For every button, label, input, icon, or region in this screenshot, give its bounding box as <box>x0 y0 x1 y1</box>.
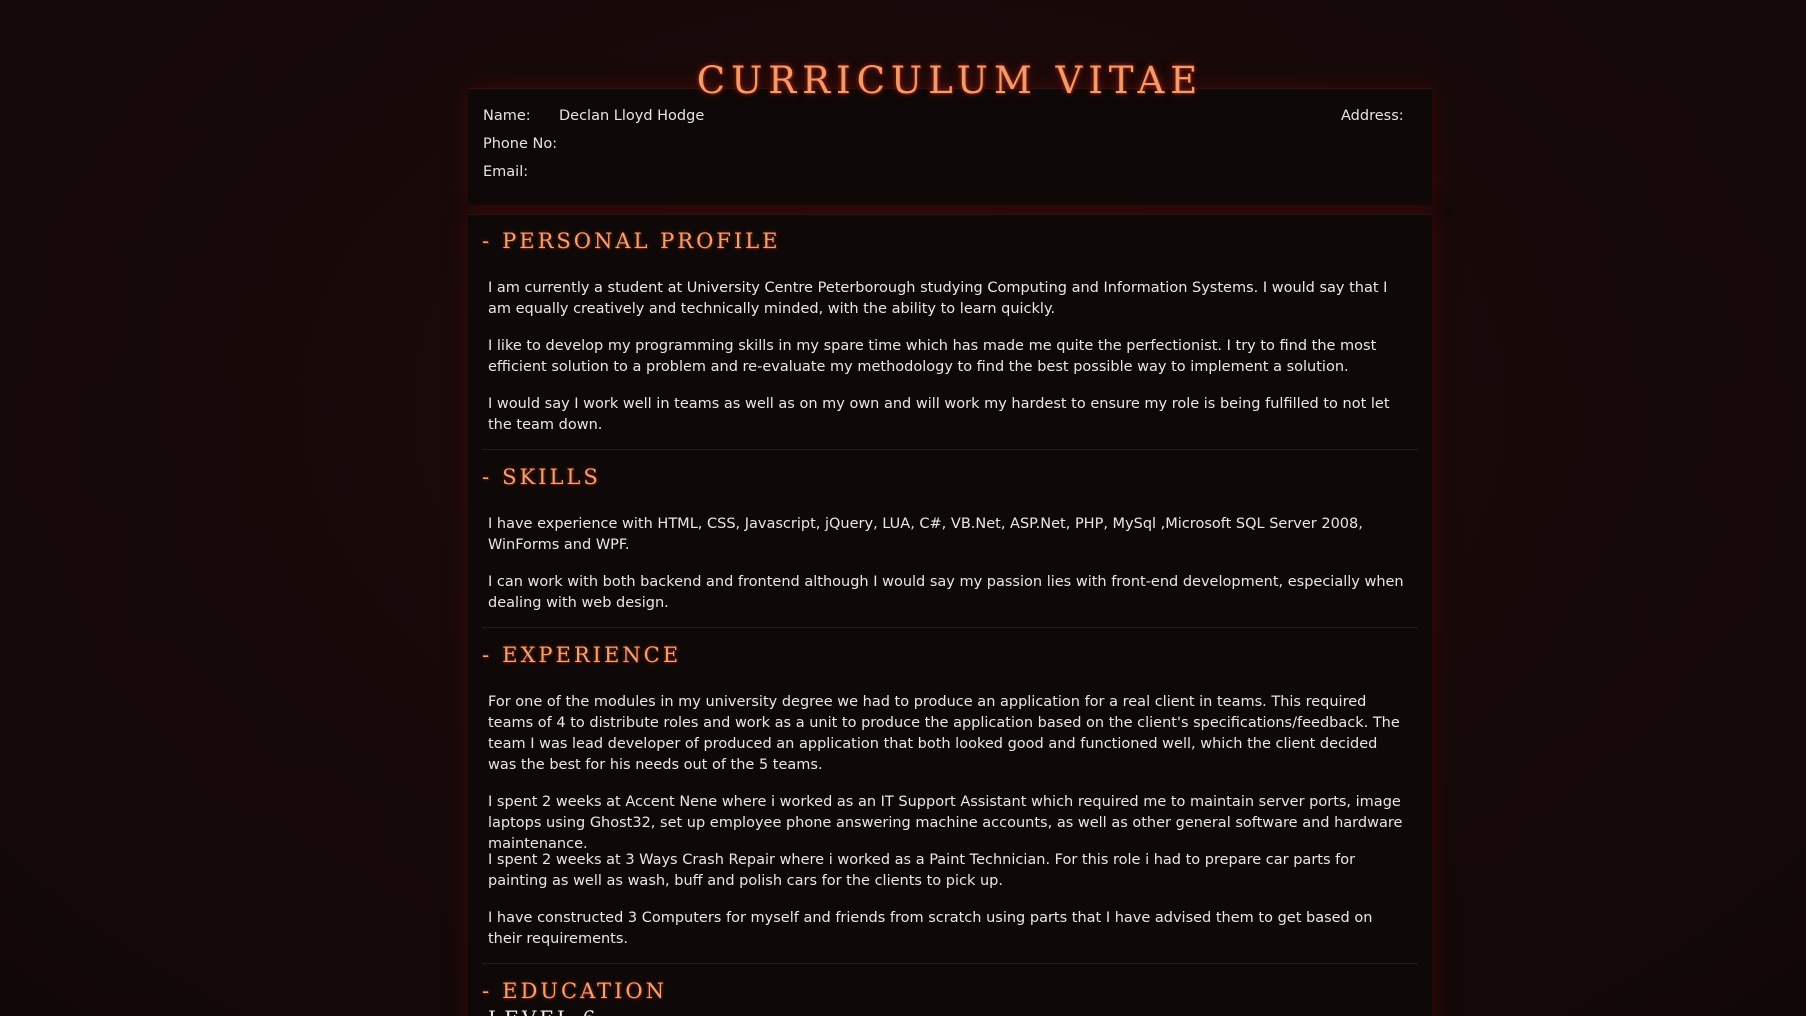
skills-section: - Skills I have experience with HTML, CSS… <box>482 463 1418 623</box>
experience-paragraph: I spent 2 weeks at 3 Ways Crash Repair w… <box>488 852 1356 889</box>
section-divider <box>482 449 1418 450</box>
education-section: -Education Level 6 <box>482 977 1418 1016</box>
profile-paragraph: I would say I work well in teams as well… <box>488 396 1390 433</box>
experience-section: - Experience For one of the modules in my… <box>482 641 1418 971</box>
heading-dash: - <box>482 979 493 1003</box>
email-label: Email: <box>483 164 529 180</box>
name-label: Name: <box>483 108 531 124</box>
heading-text: Skills <box>502 465 601 489</box>
name-value: Declan Lloyd Hodge <box>559 108 705 124</box>
heading-text: Education <box>502 979 667 1003</box>
experience-paragraph: I spent 2 weeks at Accent Nene where i w… <box>488 794 1403 852</box>
address-label: Address: <box>1341 108 1404 124</box>
section-heading-experience: - Experience <box>482 643 681 667</box>
experience-paragraph: I have constructed 3 Computers for mysel… <box>488 910 1373 947</box>
heading-dash: - <box>482 643 493 667</box>
section-heading-education: - Education <box>482 979 667 1003</box>
section-heading-skills: - Skills <box>482 465 601 489</box>
section-heading-personal-profile: - Personal Profile <box>482 229 780 253</box>
cv-page: Curriculum Vitae Name: Declan Lloyd Hodg… <box>468 0 1432 1016</box>
education-subheading: Level 6 <box>488 1006 598 1016</box>
personal-profile-section: - Personal Profile I am currently a stude… <box>482 227 1418 453</box>
heading-text: Personal Profile <box>502 229 781 253</box>
contact-card: Name: Declan Lloyd Hodge Phone No: Email… <box>468 88 1432 205</box>
profile-paragraph: I like to develop my programming skills … <box>488 338 1377 375</box>
section-divider <box>482 627 1418 628</box>
heading-dash: - <box>482 465 493 489</box>
heading-dash: - <box>482 229 493 253</box>
heading-text: Experience <box>502 643 682 667</box>
page-title: Curriculum Vitae <box>696 59 1204 102</box>
profile-paragraph: I am currently a student at University C… <box>488 280 1388 317</box>
skills-paragraph: I have experience with HTML, CSS, Javasc… <box>488 516 1363 553</box>
section-divider <box>482 963 1418 964</box>
phone-label: Phone No: <box>483 136 558 152</box>
experience-paragraph: For one of the modules in my university … <box>488 694 1400 773</box>
skills-paragraph: I can work with both backend and fronten… <box>488 574 1404 611</box>
cv-content-card: - Personal Profile I am currently a stude… <box>468 214 1432 1016</box>
